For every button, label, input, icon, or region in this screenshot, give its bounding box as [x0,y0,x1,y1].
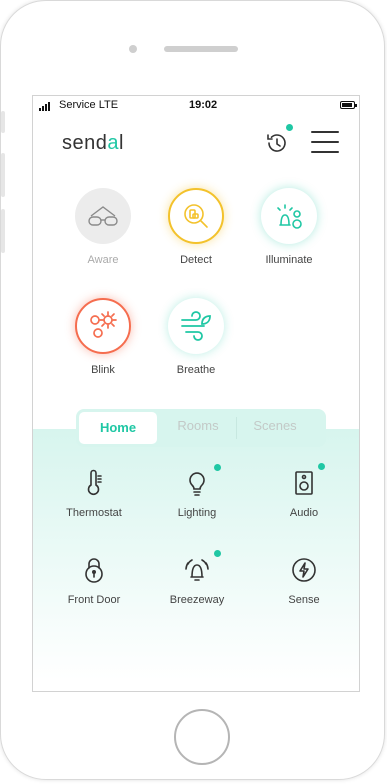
mode-label: Blink [91,364,115,376]
device-label: Thermostat [66,507,122,519]
device-label: Breezeway [169,594,225,606]
device-label: Front Door [67,594,121,606]
history-icon [267,134,286,152]
alarm-bell-icon [185,559,209,581]
carrier-label: Service LTE [59,99,119,111]
illuminate-circle [261,188,317,244]
breezeway-badge [214,550,221,557]
menu-button[interactable] [311,131,339,153]
clock: 19:02 [189,99,218,111]
mode-label: Illuminate [265,254,313,266]
device-icon-wrap [290,556,318,584]
tab-rooms[interactable]: Rooms [160,409,236,447]
mode-label: Detect [180,254,212,266]
mode-blink[interactable]: Blink [63,298,143,376]
blink-icon [90,311,117,338]
device-icon-wrap [183,550,221,584]
device-icon-wrap [80,556,108,584]
tab-scenes[interactable]: Scenes [237,409,313,447]
device-label: Sense [288,594,320,606]
breathe-circle [168,298,224,354]
device-label: Lighting [177,507,217,519]
notification-dot [286,124,293,131]
lock-icon [85,558,103,583]
earpiece-speaker [164,46,238,52]
blink-circle [75,298,131,354]
mode-label: Breathe [176,364,216,376]
illuminate-icon [277,204,302,229]
device-audio[interactable]: Audio [259,463,349,519]
battery-icon [340,101,357,109]
status-bar: Service LTE 19:02 [33,96,359,118]
device-icon-wrap [290,463,325,497]
tab-bar: Home Rooms Scenes [76,409,326,447]
volume-down-button [1,209,5,253]
lightbulb-icon [189,472,205,496]
speaker-icon [295,471,313,495]
mode-breathe[interactable]: Breathe [156,298,236,376]
lightning-icon [292,558,316,582]
lighting-badge [214,464,221,471]
devices-panel: Home Rooms Scenes Thermostat Lighting Au… [33,409,359,691]
mute-switch [1,111,5,133]
aware-circle [75,188,131,244]
detect-icon [184,204,208,228]
breathe-icon [181,311,211,341]
mode-illuminate[interactable]: Illuminate [249,188,329,266]
history-button[interactable] [264,124,293,156]
volume-up-button [1,153,5,197]
home-button[interactable] [174,709,230,765]
front-camera [129,45,137,53]
mode-detect[interactable]: Detect [156,188,236,266]
glasses-icon [88,206,118,226]
app-screen: Service LTE 19:02 sendal Aware Detect Il… [32,95,360,692]
mode-aware[interactable]: Aware [63,188,143,266]
detect-circle [168,188,224,244]
audio-badge [318,463,325,470]
signal-icon [39,102,50,111]
phone-frame: Service LTE 19:02 sendal Aware Detect Il… [0,0,385,780]
thermometer-icon [87,469,102,496]
tab-home[interactable]: Home [79,412,157,444]
device-front-door[interactable]: Front Door [49,556,139,606]
hamburger-icon [311,131,339,133]
device-breezeway[interactable]: Breezeway [152,550,242,606]
device-lighting[interactable]: Lighting [152,464,242,519]
device-icon-wrap [183,464,221,497]
device-icon-wrap [80,469,108,497]
app-logo: sendal [62,132,124,154]
device-sense[interactable]: Sense [259,556,349,606]
device-label: Audio [289,507,319,519]
device-thermostat[interactable]: Thermostat [49,469,139,519]
mode-label: Aware [87,254,119,266]
